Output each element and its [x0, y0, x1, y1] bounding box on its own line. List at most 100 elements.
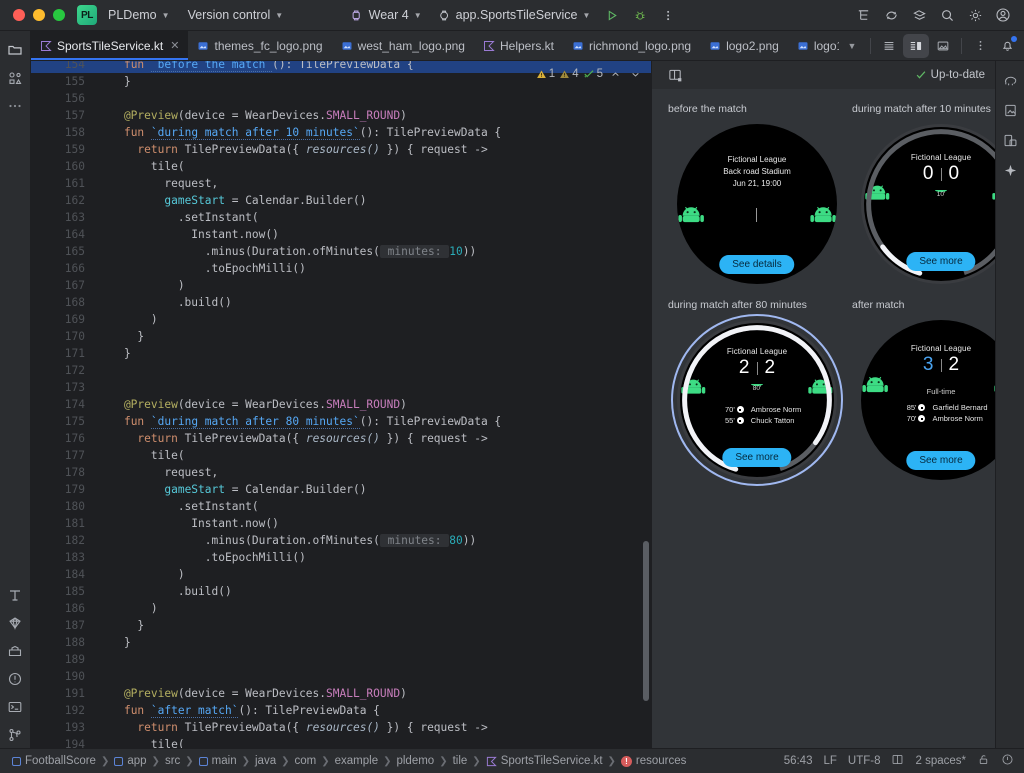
- preview-item-before-the-match[interactable]: before the match Fictional League Back r…: [666, 103, 840, 287]
- resource-manager-button[interactable]: [997, 97, 1023, 123]
- breadcrumb-item-3[interactable]: main: [195, 754, 241, 768]
- gemini-tool-button[interactable]: [2, 610, 28, 636]
- design-view-button[interactable]: [930, 34, 956, 58]
- preview-status[interactable]: Up-to-date: [915, 69, 985, 81]
- more-tool-windows-button[interactable]: [2, 93, 28, 119]
- breadcrumb-item-5[interactable]: com: [291, 754, 321, 768]
- wear-tile[interactable]: Fictional League 2 2 80' 70' Ambrose Nor…: [677, 320, 837, 480]
- minimize-window-button[interactable]: [33, 9, 45, 21]
- warning-count-2[interactable]: 4: [559, 68, 579, 80]
- code-line: 170 }: [31, 328, 651, 345]
- watch-preview-selected[interactable]: Fictional League 2 2 80' 70' Ambrose Nor…: [671, 314, 843, 486]
- line-number: 159: [64, 143, 85, 156]
- build-tool-button[interactable]: [2, 638, 28, 664]
- sync-project-button[interactable]: [878, 3, 904, 27]
- tile-cta-button[interactable]: See more: [722, 448, 792, 467]
- wear-tile[interactable]: Fictional League 0 0 10' See more: [861, 124, 995, 284]
- gradle-tool-button[interactable]: [997, 67, 1023, 93]
- editor-options-button[interactable]: [967, 34, 993, 58]
- breadcrumb-item-10[interactable]: ! resources: [617, 754, 691, 768]
- breadcrumb-item-8[interactable]: tile: [449, 754, 472, 768]
- close-window-button[interactable]: [13, 9, 25, 21]
- editor-tab-3[interactable]: Helpers.kt: [474, 31, 563, 60]
- breadcrumb-item-9[interactable]: SportsTileService.kt: [482, 754, 607, 768]
- notifications-button[interactable]: [994, 34, 1020, 58]
- more-actions-button[interactable]: [655, 3, 681, 27]
- structure-tool-window-button[interactable]: [2, 65, 28, 91]
- watch-preview[interactable]: Fictional League 3 2 Full-time 85' Garfi…: [858, 317, 995, 483]
- running-devices-button[interactable]: [997, 127, 1023, 153]
- prev-problem-button[interactable]: [607, 66, 623, 82]
- inspection-widget[interactable]: 1 4 5: [528, 61, 651, 87]
- code-token: ): [97, 279, 185, 292]
- tab-list-dropdown-button[interactable]: ▼: [839, 34, 865, 58]
- inspection-ok-count[interactable]: 5: [583, 68, 603, 80]
- breadcrumb-item-1[interactable]: app: [110, 754, 150, 768]
- code-line: 159 return TilePreviewData({ resources()…: [31, 141, 651, 158]
- warning-count-1[interactable]: 1: [536, 68, 555, 80]
- tile-cta-button[interactable]: See more: [906, 252, 976, 271]
- terminal-tool-button[interactable]: [2, 694, 28, 720]
- editor-scrollbar[interactable]: [643, 541, 649, 701]
- editor-only-view-button[interactable]: [876, 34, 902, 58]
- gemini-assistant-button[interactable]: [997, 157, 1023, 183]
- caret-position[interactable]: 56:43: [784, 755, 813, 767]
- split-view-button[interactable]: [903, 33, 929, 58]
- breadcrumb-item-6[interactable]: example: [331, 754, 382, 768]
- breadcrumb-item-4[interactable]: java: [251, 754, 280, 768]
- breadcrumb-item-2[interactable]: src: [161, 754, 184, 768]
- device-manager-button[interactable]: [906, 3, 932, 27]
- preview-layout-button[interactable]: [662, 63, 688, 87]
- breadcrumb-item-0[interactable]: FootballScore: [8, 754, 100, 768]
- settings-button[interactable]: [962, 3, 988, 27]
- editor-tab-1[interactable]: themes_fc_logo.png: [188, 31, 331, 60]
- code-line: 169 ): [31, 311, 651, 328]
- window-controls[interactable]: [0, 9, 65, 21]
- device-selector[interactable]: Wear 4 ▼: [343, 5, 429, 25]
- version-control-menu[interactable]: Version control ▼: [181, 5, 291, 25]
- file-encoding[interactable]: UTF-8: [848, 755, 881, 767]
- notifications-status-icon[interactable]: [1001, 753, 1014, 769]
- maximize-window-button[interactable]: [53, 9, 65, 21]
- project-structure-button[interactable]: [850, 3, 876, 27]
- indent-setting[interactable]: 2 spaces*: [915, 755, 966, 767]
- lock-icon[interactable]: [977, 753, 990, 769]
- tile-cta-button[interactable]: See more: [906, 451, 976, 470]
- tile-cta-button[interactable]: See details: [719, 255, 795, 274]
- editor-tab-6[interactable]: logo1.png: [788, 31, 839, 60]
- line-separator[interactable]: LF: [823, 755, 836, 767]
- search-icon: [941, 9, 953, 21]
- account-button[interactable]: [990, 3, 1016, 27]
- search-everywhere-button[interactable]: [934, 3, 960, 27]
- code-editor[interactable]: 154 fun `before the match`(): TilePrevie…: [31, 61, 651, 748]
- debug-button[interactable]: [627, 3, 653, 27]
- project-selector[interactable]: PLDemo ▼: [101, 5, 177, 25]
- run-button[interactable]: [599, 3, 625, 27]
- preview-item-during-match-80[interactable]: during match after 80 minutes Fictional …: [666, 299, 843, 486]
- translations-tool-button[interactable]: [2, 582, 28, 608]
- problems-tool-button[interactable]: [2, 666, 28, 692]
- watch-preview[interactable]: Fictional League Back road Stadium Jun 2…: [674, 121, 840, 287]
- breadcrumb-item-7[interactable]: pldemo: [392, 754, 438, 768]
- code-token: SMALL_ROUND: [326, 109, 401, 122]
- kotlin-file-icon: [41, 40, 52, 51]
- version-control-tool-button[interactable]: [2, 722, 28, 748]
- editor-tab-2[interactable]: west_ham_logo.png: [332, 31, 474, 60]
- preview-item-after-match[interactable]: after match Fictional League 3 2 Full-ti…: [850, 299, 995, 483]
- run-configuration-selector[interactable]: app.SportsTileService ▼: [431, 5, 598, 25]
- reader-mode-icon[interactable]: [891, 753, 904, 769]
- chevron-down-icon: ▼: [161, 10, 170, 20]
- project-tool-window-button[interactable]: [2, 37, 28, 63]
- wear-tile[interactable]: Fictional League 3 2 Full-time 85' Garfi…: [861, 320, 995, 480]
- code-view-icon: [884, 41, 894, 50]
- wear-tile[interactable]: Fictional League Back road Stadium Jun 2…: [677, 124, 837, 284]
- editor-tab-5[interactable]: logo2.png: [700, 31, 788, 60]
- preview-item-during-match-10[interactable]: during match after 10 minutes Fictional …: [850, 103, 995, 287]
- next-problem-button[interactable]: [627, 66, 643, 82]
- watch-preview[interactable]: Fictional League 0 0 10' See more: [858, 121, 995, 287]
- close-tab-icon[interactable]: ✕: [170, 39, 179, 52]
- editor-tab-4[interactable]: richmond_logo.png: [563, 31, 700, 60]
- editor-tab-0[interactable]: SportsTileService.kt ✕: [31, 31, 189, 60]
